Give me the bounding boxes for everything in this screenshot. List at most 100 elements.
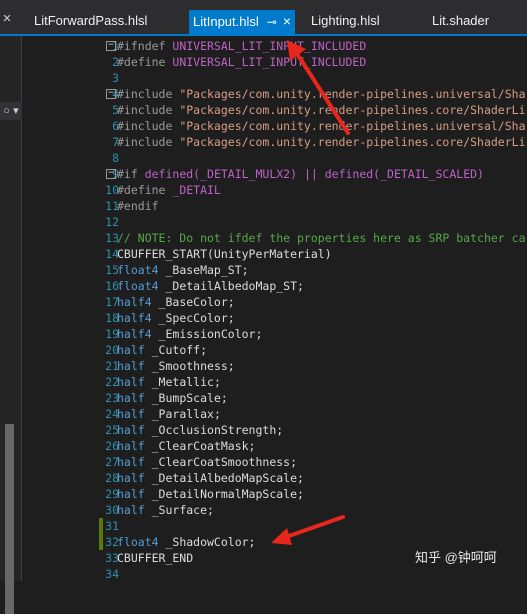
code-text: #define _DETAIL	[117, 182, 221, 198]
line-number: 29	[105, 487, 119, 501]
code-token: "Packages/com.unity.render-pipelines.uni…	[179, 119, 526, 133]
line-number: 24	[105, 407, 119, 421]
tab-label: Lighting.hlsl	[311, 13, 380, 28]
code-line[interactable]: 18 half4 _SpecColor;	[22, 310, 527, 326]
code-line[interactable]: 6 #include "Packages/com.unity.render-pip…	[22, 118, 527, 134]
code-line[interactable]: 5 #include "Packages/com.unity.render-pip…	[22, 102, 527, 118]
tab-lit-shader[interactable]: Lit.shader	[432, 10, 489, 34]
code-token: _DetailAlbedoMapScale;	[144, 471, 304, 485]
line-number: 13	[105, 231, 119, 245]
code-line[interactable]: 22 half _Metallic;	[22, 374, 527, 390]
line-number: 34	[105, 567, 119, 581]
line-number: 15	[105, 263, 119, 277]
code-line[interactable]: 20 half _Cutoff;	[22, 342, 527, 358]
code-line[interactable]: 26 half _ClearCoatMask;	[22, 438, 527, 454]
code-line[interactable]: 28 half _DetailAlbedoMapScale;	[22, 470, 527, 486]
code-line[interactable]: 13// NOTE: Do not ifdef the properties h…	[22, 230, 527, 246]
code-token: _Smoothness;	[144, 359, 235, 373]
code-line[interactable]: 25 half _OcclusionStrength;	[22, 422, 527, 438]
line-number: 5	[112, 103, 119, 117]
code-token: CBUFFER_START(UnityPerMaterial)	[117, 247, 332, 261]
code-token: _SpecColor;	[151, 311, 235, 325]
code-text: #include "Packages/com.unity.render-pipe…	[117, 134, 526, 150]
tab-litinput-active[interactable]: LitInput.hlsl ⊸ ×	[189, 10, 296, 34]
code-line[interactable]: 7 #include "Packages/com.unity.render-pip…	[22, 134, 527, 150]
code-line[interactable]: 14 CBUFFER_START(UnityPerMaterial)	[22, 246, 527, 262]
code-line[interactable]: 12	[22, 214, 527, 230]
code-text: #define UNIVERSAL_LIT_INPUT_INCLUDED	[117, 54, 366, 70]
code-token: half4	[117, 295, 152, 309]
line-number: 26	[105, 439, 119, 453]
line-number: 22	[105, 375, 119, 389]
line-number: 28	[105, 471, 119, 485]
line-number: 10	[105, 183, 119, 197]
tab-litforwardpass[interactable]: LitForwardPass.hlsl	[34, 10, 147, 34]
fold-toggle-icon[interactable]: −	[106, 169, 116, 179]
code-line[interactable]: 19 half4 _EmissionColor;	[22, 326, 527, 342]
close-icon[interactable]: ×	[0, 10, 14, 28]
code-text: half4 _SpecColor;	[117, 310, 235, 326]
code-text: #ifndef UNIVERSAL_LIT_INPUT_INCLUDED	[117, 38, 366, 54]
code-line[interactable]: 30 half _Surface;	[22, 502, 527, 518]
code-line[interactable]: 16 float4 _DetailAlbedoMap_ST;	[22, 278, 527, 294]
tab-lighting[interactable]: Lighting.hlsl	[311, 10, 380, 34]
code-line[interactable]: 29 half _DetailNormalMapScale;	[22, 486, 527, 502]
fold-toggle-icon[interactable]: −	[106, 41, 116, 51]
code-token: half	[117, 391, 145, 405]
code-token: #ifndef	[117, 39, 173, 53]
code-line[interactable]: 4− #include "Packages/com.unity.render-pi…	[22, 86, 527, 102]
code-token: #if	[117, 167, 145, 181]
code-editor[interactable]: 1− #ifndef UNIVERSAL_LIT_INPUT_INCLUDED 2 #…	[22, 36, 527, 581]
code-token: #define	[117, 183, 173, 197]
code-token: _Cutoff;	[144, 343, 208, 357]
code-token: "Packages/com.unity.render-pipelines.uni…	[179, 87, 526, 101]
code-token: _ShadowColor;	[158, 535, 256, 549]
code-token: half	[117, 407, 145, 421]
code-line[interactable]: 1− #ifndef UNIVERSAL_LIT_INPUT_INCLUDED	[22, 38, 527, 54]
code-line[interactable]: 27 half _ClearCoatSmoothness;	[22, 454, 527, 470]
code-line[interactable]: 17 half4 _BaseColor;	[22, 294, 527, 310]
code-line[interactable]: 31	[22, 518, 527, 534]
code-line[interactable]: 34	[22, 566, 527, 582]
code-token: // NOTE: Do not ifdef the properties her…	[117, 231, 526, 245]
code-token: half	[117, 359, 145, 373]
code-text: half _ClearCoatMask;	[117, 438, 255, 454]
vertical-scrollbar-thumb[interactable]	[5, 424, 14, 614]
scope-selector[interactable]: ○ ▾	[0, 102, 22, 120]
side-panel: ○ ▾	[0, 36, 22, 614]
line-number: 23	[105, 391, 119, 405]
code-line[interactable]: 24 half _Parallax;	[22, 406, 527, 422]
code-token: float4	[117, 263, 159, 277]
code-text: half4 _EmissionColor;	[117, 326, 262, 342]
code-token: half	[117, 375, 145, 389]
code-line[interactable]: 15 float4 _BaseMap_ST;	[22, 262, 527, 278]
code-token: _ClearCoatSmoothness;	[144, 455, 298, 469]
code-line[interactable]: 8	[22, 150, 527, 166]
code-text: CBUFFER_START(UnityPerMaterial)	[117, 246, 332, 262]
code-line[interactable]: 3	[22, 70, 527, 86]
code-token: float4	[117, 279, 159, 293]
line-number: 20	[105, 343, 119, 357]
code-token: defined(_DETAIL_MULX2) || defined(_DETAI…	[144, 167, 484, 181]
code-text: #include "Packages/com.unity.render-pipe…	[117, 86, 526, 102]
fold-toggle-icon[interactable]: −	[106, 89, 116, 99]
code-text: #endif	[117, 198, 159, 214]
code-text: float4 _ShadowColor;	[117, 534, 255, 550]
code-line[interactable]: 10 #define _DETAIL	[22, 182, 527, 198]
code-line[interactable]: 2 #define UNIVERSAL_LIT_INPUT_INCLUDED	[22, 54, 527, 70]
code-line[interactable]: 11 #endif	[22, 198, 527, 214]
line-number: 8	[112, 151, 119, 165]
code-line[interactable]: 9− #if defined(_DETAIL_MULX2) || defined(…	[22, 166, 527, 182]
code-text: half _Cutoff;	[117, 342, 207, 358]
line-number: 33	[105, 551, 119, 565]
pin-icon[interactable]: ⊸	[267, 11, 277, 33]
line-number: 17	[105, 295, 119, 309]
code-token: #include	[117, 135, 180, 149]
close-icon[interactable]: ×	[283, 10, 291, 32]
code-text: half _DetailAlbedoMapScale;	[117, 470, 304, 486]
code-token: _DETAIL	[172, 183, 221, 197]
code-line[interactable]: 23 half _BumpScale;	[22, 390, 527, 406]
code-token: _BumpScale;	[144, 391, 228, 405]
code-line[interactable]: 21 half _Smoothness;	[22, 358, 527, 374]
code-text: #include "Packages/com.unity.render-pipe…	[117, 118, 526, 134]
